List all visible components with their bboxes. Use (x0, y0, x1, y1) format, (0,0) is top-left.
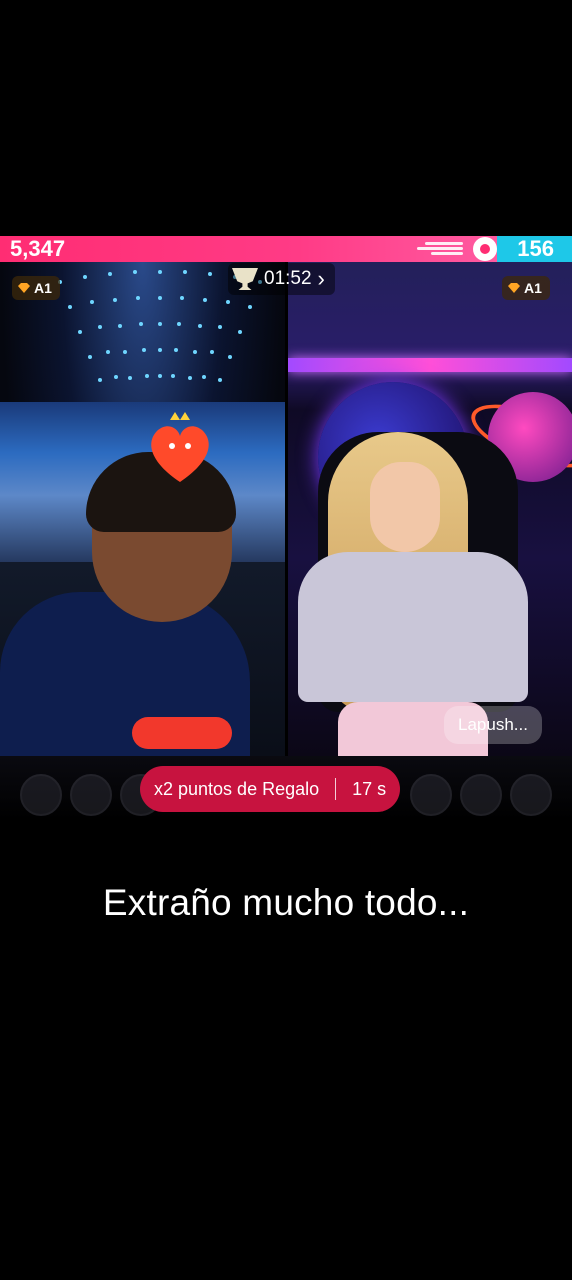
live-battle: 5,347 156 A1 A1 01:52 › Lapush... x2 pun… (0, 236, 572, 820)
separator (335, 778, 337, 800)
left-score: 5,347 (10, 236, 66, 261)
gift-bonus-label: x2 puntos de Regalo (154, 778, 320, 799)
timer-value: 01:52 (264, 268, 312, 289)
score-bar: 5,347 156 (0, 236, 572, 262)
supporter-avatar[interactable] (20, 774, 62, 816)
host-top (298, 552, 528, 702)
supporter-avatar[interactable] (70, 774, 112, 816)
right-host-name: Lapush... (458, 715, 528, 734)
right-level-badge: A1 (502, 276, 550, 300)
neon-light-strip (288, 358, 572, 372)
supporter-avatar[interactable] (460, 774, 502, 816)
supporter-avatar[interactable] (510, 774, 552, 816)
diamond-icon (18, 283, 30, 293)
right-host-name-tag[interactable]: Lapush... (444, 706, 542, 744)
left-level-label: A1 (34, 280, 52, 296)
host-face (370, 462, 440, 552)
chevron-right-icon: › (317, 266, 325, 291)
left-host-video[interactable] (0, 262, 285, 756)
right-level-label: A1 (524, 280, 542, 296)
diamond-icon (508, 283, 520, 293)
heart-sticker-base (132, 717, 232, 749)
right-host-video[interactable] (288, 262, 572, 756)
left-score-bar: 5,347 (0, 236, 497, 262)
battle-timer[interactable]: 01:52 › (228, 263, 335, 295)
video-caption: Extraño mucho todo... (102, 882, 470, 923)
vs-badge-icon (473, 237, 497, 261)
right-score: 156 (517, 236, 554, 261)
heart-sticker-icon (151, 412, 209, 482)
streak-icon (417, 241, 477, 257)
gift-bonus-banner: x2 puntos de Regalo 17 s (140, 766, 401, 812)
left-level-badge: A1 (12, 276, 60, 300)
gift-bonus-time: 17 s (352, 778, 387, 799)
trophy-icon (232, 268, 258, 290)
right-score-bar: 156 (497, 236, 572, 262)
supporter-avatar[interactable] (410, 774, 452, 816)
